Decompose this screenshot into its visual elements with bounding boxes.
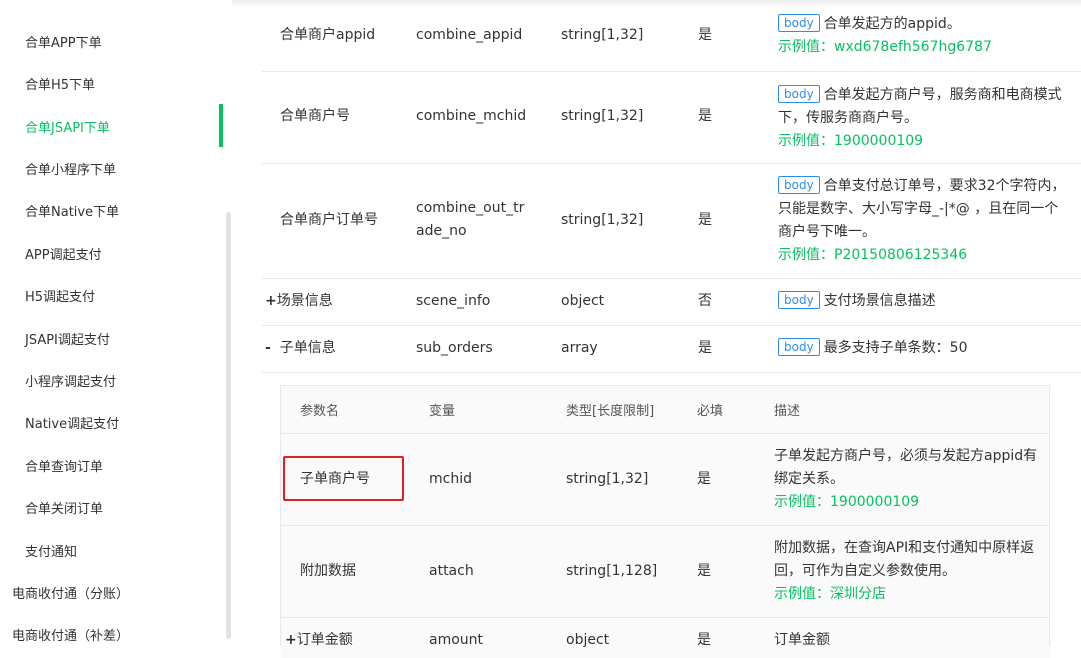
sub-param-required: 是: [697, 632, 711, 648]
sidebar-item-miniprogram-invoke[interactable]: 小程序调起支付: [25, 371, 116, 390]
example-prefix: 示例值：: [774, 586, 830, 602]
param-var: combine_mchid: [416, 108, 527, 124]
table-row: +场景信息 scene_info object 否 body 支付场景信息描述: [262, 279, 1081, 326]
example-prefix: 示例值：: [778, 247, 834, 263]
table-row: 合单商户号 combine_mchid string[1,32] 是 body 合…: [262, 72, 1081, 164]
sub-orders-table: 参数名 变量 类型[长度限制] 必填 描述 子单商户号 mchid string…: [280, 385, 1050, 658]
param-var: sub_orders: [416, 340, 493, 356]
param-var: combine_out_tr ade_no: [416, 200, 525, 239]
param-desc: body 合单发起方的appid。 示例值：wxd678efh567hg6787: [778, 13, 1068, 59]
sub-param-required: 是: [697, 471, 711, 487]
param-desc: body 合单发起方商户号，服务商和电商模式下，传服务商商户号。 示例值：1900…: [778, 84, 1068, 153]
table-row: 合单商户appid combine_appid string[1,32] 是 b…: [262, 0, 1081, 72]
header-name: 参数名: [300, 404, 340, 419]
param-name[interactable]: - 子单信息: [265, 337, 336, 360]
body-tag: body: [778, 338, 820, 356]
table-row: - 子单信息 sub_orders array 是 body 最多支持子单条数：5…: [262, 326, 1081, 373]
expand-icon[interactable]: +: [265, 293, 277, 309]
sidebar-item-combine-query[interactable]: 合单查询订单: [25, 456, 103, 475]
desc-text: 合单支付总订单号，要求32个字符内，只能是数字、大小写字母_-|*@ ，且在同一…: [778, 178, 1066, 240]
sub-param-type: string[1,128]: [566, 563, 658, 579]
param-name: 合单商户订单号: [280, 212, 378, 228]
sidebar-item-h5-invoke[interactable]: H5调起支付: [25, 286, 95, 305]
example-value: 1900000109: [834, 133, 924, 149]
sub-param-desc: 子单发起方商户号，必须与发起方appid有绑定关系。 示例值：190000010…: [774, 445, 1044, 514]
expand-icon[interactable]: +: [285, 632, 297, 648]
sub-param-var: amount: [429, 632, 484, 648]
collapse-icon[interactable]: -: [265, 340, 271, 356]
param-required: 否: [698, 293, 712, 309]
example-prefix: 示例值：: [778, 39, 834, 55]
header-type: 类型[长度限制]: [566, 404, 655, 419]
example-value: 1900000109: [830, 494, 920, 510]
sidebar-group-subsidy[interactable]: 电商收付通（补差）: [12, 625, 129, 644]
sub-param-var: mchid: [429, 471, 472, 487]
param-required: 是: [698, 212, 712, 228]
desc-text: 附加数据，在查询API和支付通知中原样返回，可作为自定义参数使用。: [774, 540, 1035, 579]
sidebar-item-app-invoke[interactable]: APP调起支付: [25, 244, 102, 263]
table-row: 附加数据 attach string[1,128] 是 附加数据，在查询API和…: [281, 526, 1049, 618]
param-name[interactable]: +场景信息: [265, 290, 333, 313]
param-var: scene_info: [416, 293, 491, 309]
sidebar-item-combine-close[interactable]: 合单关闭订单: [25, 498, 103, 517]
param-var: combine_appid: [416, 27, 523, 43]
sub-param-type: string[1,32]: [566, 471, 649, 487]
param-desc: body 支付场景信息描述: [778, 290, 1068, 313]
header-required: 必填: [697, 404, 724, 419]
example-value: 深圳分店: [830, 586, 886, 602]
param-name: 合单商户号: [280, 108, 350, 124]
desc-text: 子单发起方商户号，必须与发起方appid有绑定关系。: [774, 448, 1038, 487]
sidebar-group-split[interactable]: 电商收付通（分账）: [12, 583, 129, 602]
sub-param-name[interactable]: +订单金额: [285, 629, 353, 652]
param-required: 是: [698, 108, 712, 124]
sub-param-name: 附加数据: [300, 563, 356, 579]
body-tag: body: [778, 14, 820, 32]
body-tag: body: [778, 176, 820, 194]
sidebar-scrollbar[interactable]: [226, 212, 231, 639]
highlight-box: [283, 456, 404, 501]
sub-param-var: attach: [429, 563, 474, 579]
desc-text: 合单发起方商户号，服务商和电商模式下，传服务商商户号。: [778, 87, 1062, 126]
sidebar-item-combine-app[interactable]: 合单APP下单: [25, 32, 102, 51]
sub-param-desc: 订单金额: [774, 632, 830, 648]
table-row: 合单商户订单号 combine_out_tr ade_no string[1,32…: [262, 164, 1081, 279]
param-type: string[1,32]: [561, 108, 644, 124]
sidebar-item-native-invoke[interactable]: Native调起支付: [25, 413, 119, 432]
desc-text: 合单发起方的appid。: [823, 16, 961, 32]
example-prefix: 示例值：: [774, 494, 830, 510]
sidebar-item-combine-miniprogram[interactable]: 合单小程序下单: [25, 159, 116, 178]
active-indicator: [219, 104, 223, 147]
header-var: 变量: [429, 404, 456, 419]
sidebar-item-combine-h5[interactable]: 合单H5下单: [25, 74, 95, 93]
example-value: wxd678efh567hg6787: [834, 39, 992, 55]
header-desc: 描述: [774, 404, 801, 419]
sidebar-item-pay-notify[interactable]: 支付通知: [25, 541, 77, 560]
example-value: P20150806125346: [834, 247, 968, 263]
table-row: +订单金额 amount object 是 订单金额: [281, 618, 1049, 658]
param-type: array: [561, 340, 598, 356]
desc-text: 最多支持子单条数：50: [823, 340, 968, 356]
param-type: string[1,32]: [561, 212, 644, 228]
body-tag: body: [778, 291, 820, 309]
example-prefix: 示例值：: [778, 133, 834, 149]
sub-param-desc: 附加数据，在查询API和支付通知中原样返回，可作为自定义参数使用。 示例值：深圳…: [774, 537, 1044, 606]
sidebar: 合单APP下单 合单H5下单 合单JSAPI下单 合单小程序下单 合单Nativ…: [0, 0, 232, 644]
param-name: 合单商户appid: [280, 27, 376, 43]
param-desc: body 最多支持子单条数：50: [778, 337, 1068, 360]
param-desc: body 合单支付总订单号，要求32个字符内，只能是数字、大小写字母_-|*@ ，…: [778, 175, 1068, 267]
sidebar-item-combine-native[interactable]: 合单Native下单: [25, 201, 119, 220]
sidebar-item-jsapi-invoke[interactable]: JSAPI调起支付: [25, 329, 110, 348]
body-tag: body: [778, 85, 820, 103]
param-type: string[1,32]: [561, 27, 644, 43]
sub-param-required: 是: [697, 563, 711, 579]
param-required: 是: [698, 340, 712, 356]
sidebar-item-combine-jsapi[interactable]: 合单JSAPI下单: [25, 117, 110, 136]
param-required: 是: [698, 27, 712, 43]
desc-text: 支付场景信息描述: [823, 293, 936, 309]
param-type: object: [561, 293, 605, 309]
sub-param-type: object: [566, 632, 610, 648]
sub-table-header: 参数名 变量 类型[长度限制] 必填 描述: [281, 386, 1049, 434]
